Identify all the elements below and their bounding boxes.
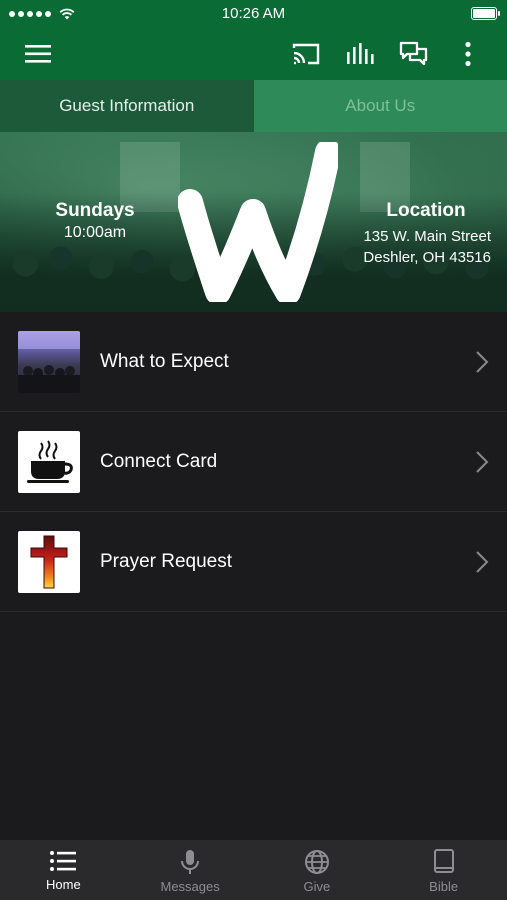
nav-label: Messages (160, 879, 220, 894)
nav-give[interactable]: Give (254, 840, 381, 900)
microphone-icon (181, 850, 200, 874)
nav-messages[interactable]: Messages (127, 840, 254, 900)
status-bar: 10:26 AM (0, 0, 507, 28)
list-icon (50, 851, 77, 871)
location-block: Location 135 W. Main Street Deshler, OH … (331, 200, 491, 268)
battery-icon (471, 7, 500, 20)
tab-bar: Guest Information About Us (0, 80, 507, 132)
hero-banner: Sundays 10:00am Location 135 W. Main Str… (0, 132, 507, 312)
hamburger-menu-icon[interactable] (22, 38, 54, 70)
equalizer-icon[interactable] (344, 38, 376, 70)
list-item-connect-card[interactable]: Connect Card (0, 412, 507, 512)
church-photo-thumbnail (18, 330, 80, 393)
list-item-what-to-expect[interactable]: What to Expect (0, 312, 507, 412)
service-day: Sundays (55, 200, 135, 221)
book-icon (433, 849, 454, 873)
guest-info-list: What to Expect Connect Card Prayer Reque… (0, 312, 507, 612)
service-time-block: Sundays 10:00am (52, 200, 138, 242)
address-line-1: 135 W. Main Street (363, 228, 491, 245)
nav-bible[interactable]: Bible (380, 840, 507, 900)
tab-guest-information[interactable]: Guest Information (0, 80, 254, 132)
service-time: 10:00am (63, 224, 127, 241)
chat-icon[interactable] (398, 38, 430, 70)
list-item-label: Prayer Request (100, 550, 233, 572)
church-logo-w (178, 142, 338, 302)
nav-label: Bible (429, 879, 459, 894)
bottom-nav: Home Messages Give Bible (0, 840, 507, 900)
globe-icon (304, 850, 329, 874)
chevron-right-icon (476, 351, 489, 373)
coffee-cup-icon (18, 430, 80, 493)
list-item-prayer-request[interactable]: Prayer Request (0, 512, 507, 612)
address-line-2: Deshler, OH 43516 (363, 249, 491, 266)
cast-icon[interactable] (290, 38, 322, 70)
nav-home[interactable]: Home (0, 840, 127, 900)
nav-label: Give (303, 879, 331, 894)
list-item-label: Connect Card (100, 450, 218, 472)
chevron-right-icon (476, 551, 489, 573)
cross-icon (18, 530, 80, 593)
status-time: 10:26 AM (221, 5, 286, 22)
nav-label: Home (46, 877, 81, 892)
app-bar (0, 28, 507, 80)
tab-about-us[interactable]: About Us (253, 80, 507, 132)
location-title: Location (386, 200, 466, 221)
chevron-right-icon (476, 451, 489, 473)
list-item-label: What to Expect (100, 350, 229, 372)
more-vertical-icon[interactable] (452, 38, 484, 70)
